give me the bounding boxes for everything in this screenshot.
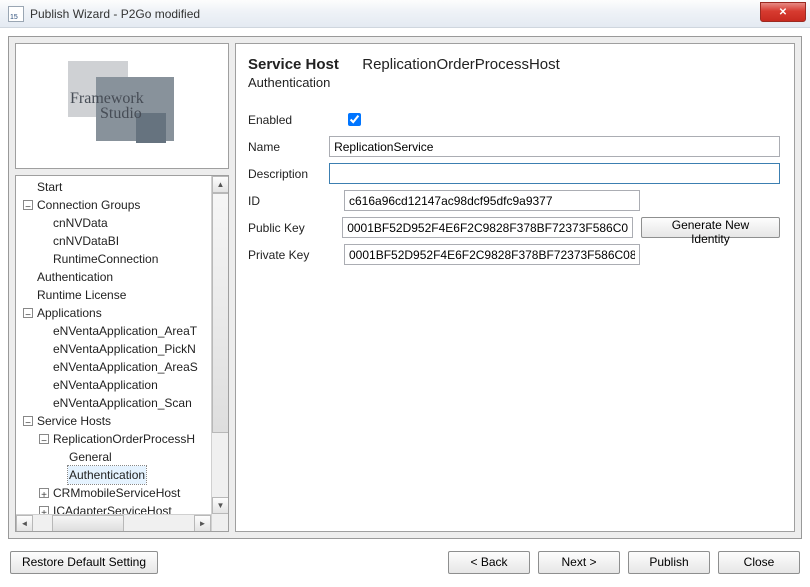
tree-item-app[interactable]: eNVentaApplication_AreaT	[20, 322, 228, 340]
window-title: Publish Wizard - P2Go modified	[30, 7, 200, 21]
id-input[interactable]	[344, 190, 640, 211]
scroll-thumb[interactable]	[212, 193, 229, 433]
tree-item-app[interactable]: eNVentaApplication_PickN	[20, 340, 228, 358]
tree-label: Authentication	[36, 268, 114, 286]
tree-label: Start	[36, 178, 63, 196]
expander-icon[interactable]	[20, 304, 36, 322]
tree-label: Runtime License	[36, 286, 127, 304]
tree-item-app[interactable]: eNVentaApplication_AreaS	[20, 358, 228, 376]
enabled-checkbox[interactable]	[348, 113, 361, 126]
scroll-down-icon[interactable]: ▼	[212, 497, 229, 514]
tree-item-roph[interactable]: ReplicationOrderProcessH	[20, 430, 228, 448]
enabled-label: Enabled	[248, 113, 344, 127]
tree-label: eNVentaApplication_PickN	[52, 340, 197, 358]
scroll-right-icon[interactable]: ►	[194, 515, 211, 532]
tree-item-crm[interactable]: CRMmobileServiceHost	[20, 484, 228, 502]
detail-panel: Service Host ReplicationOrderProcessHost…	[235, 43, 795, 532]
close-icon: ✕	[779, 7, 787, 18]
publickey-label: Public Key	[248, 221, 342, 235]
app-icon	[8, 6, 24, 22]
scroll-up-icon[interactable]: ▲	[212, 176, 229, 193]
tree-label: Service Hosts	[36, 412, 112, 430]
logo-text-2: Studio	[70, 106, 144, 121]
tree-label: Applications	[36, 304, 103, 322]
tree-item-authentication[interactable]: Authentication	[20, 268, 228, 286]
scroll-thumb[interactable]	[52, 515, 124, 532]
tree-label: eNVentaApplication_AreaS	[52, 358, 199, 376]
tree-item-connection-groups[interactable]: Connection Groups	[20, 196, 228, 214]
tree-item-service-hosts[interactable]: Service Hosts	[20, 412, 228, 430]
expander-icon[interactable]	[36, 484, 52, 502]
tree-label: eNVentaApplication_Scan	[52, 394, 193, 412]
button-bar: Restore Default Setting < Back Next > Pu…	[8, 545, 802, 579]
tree-item-app[interactable]: eNVentaApplication_Scan	[20, 394, 228, 412]
name-input[interactable]	[329, 136, 780, 157]
restore-default-button[interactable]: Restore Default Setting	[10, 551, 158, 574]
close-window-button[interactable]: ✕	[760, 2, 806, 22]
tree-label: General	[68, 448, 113, 466]
logo: Framework Studio	[52, 61, 192, 151]
tree-item-auth[interactable]: Authentication	[20, 466, 228, 484]
id-label: ID	[248, 194, 344, 208]
section-heading: Service Host	[248, 56, 339, 73]
tree-item-runtimeconnection[interactable]: RuntimeConnection	[20, 250, 228, 268]
name-label: Name	[248, 140, 329, 154]
expander-icon[interactable]	[20, 412, 36, 430]
publish-button[interactable]: Publish	[628, 551, 710, 574]
logo-box: Framework Studio	[15, 43, 229, 169]
tree-label: eNVentaApplication_AreaT	[52, 322, 198, 340]
section-subheading: Authentication	[248, 75, 780, 90]
tree-label: cnNVDataBI	[52, 232, 120, 250]
tree-label: Authentication	[68, 466, 146, 484]
tree-label: CRMmobileServiceHost	[52, 484, 181, 502]
tree-label: eNVentaApplication	[52, 376, 159, 394]
scroll-left-icon[interactable]: ◄	[16, 515, 33, 532]
tree-view[interactable]: Start Connection Groups cnNVData cnNVDat…	[15, 175, 229, 532]
tree-vertical-scrollbar[interactable]: ▲ ▼	[211, 176, 228, 514]
next-button[interactable]: Next >	[538, 551, 620, 574]
tree-item-general[interactable]: General	[20, 448, 228, 466]
expander-icon[interactable]	[20, 196, 36, 214]
privatekey-label: Private Key	[248, 248, 344, 262]
close-button[interactable]: Close	[718, 551, 800, 574]
tree-horizontal-scrollbar[interactable]: ◄ ►	[16, 514, 228, 531]
host-name: ReplicationOrderProcessHost	[362, 56, 560, 73]
generate-identity-button[interactable]: Generate New Identity	[641, 217, 780, 238]
tree-item-runtime-license[interactable]: Runtime License	[20, 286, 228, 304]
privatekey-input[interactable]	[344, 244, 640, 265]
tree-item-applications[interactable]: Applications	[20, 304, 228, 322]
tree-item-app[interactable]: eNVentaApplication	[20, 376, 228, 394]
tree-label: RuntimeConnection	[52, 250, 159, 268]
back-button[interactable]: < Back	[448, 551, 530, 574]
tree-item-cnnvdata[interactable]: cnNVData	[20, 214, 228, 232]
tree-item-start[interactable]: Start	[20, 178, 228, 196]
publickey-input[interactable]	[342, 217, 633, 238]
tree-label: ReplicationOrderProcessH	[52, 430, 196, 448]
tree-label: Connection Groups	[36, 196, 141, 214]
description-label: Description	[248, 167, 329, 181]
expander-icon[interactable]	[36, 430, 52, 448]
titlebar: Publish Wizard - P2Go modified ✕	[0, 0, 810, 28]
tree-item-cnnvdatabi[interactable]: cnNVDataBI	[20, 232, 228, 250]
description-input[interactable]	[329, 163, 780, 184]
tree-label: cnNVData	[52, 214, 109, 232]
